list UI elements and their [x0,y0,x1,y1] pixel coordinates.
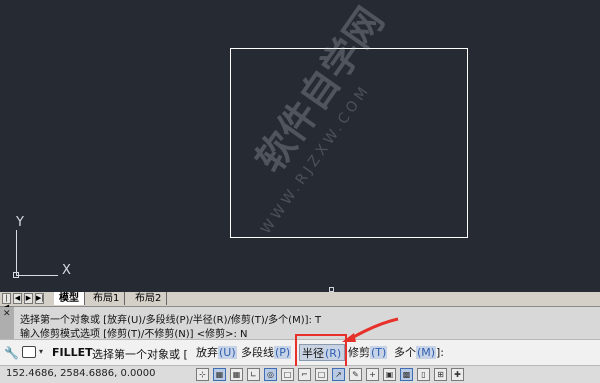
history-line: 选择第一个对象或 [放弃(U)/多段线(P)/半径(R)/修剪(T)/多个(M)… [20,315,322,326]
option-label: 多个 [394,346,416,359]
close-icon[interactable]: ✕ [3,309,11,319]
tab-layout1[interactable]: 布局1 [88,292,126,305]
tp-toggle-icon[interactable]: + [366,368,379,381]
osnap-toggle-icon[interactable]: ◎ [264,368,277,381]
ucs-icon: Y X [10,214,80,284]
snap-toggle-icon[interactable]: ⊹ [196,368,209,381]
fillet-command-icon[interactable] [22,346,36,358]
ucs-x-label: X [62,263,71,278]
first-tab-button[interactable]: |◀ [2,293,11,311]
option-undo[interactable]: 放弃(U) [196,344,237,361]
option-key: (M) [416,346,437,359]
callout-arrow-icon [342,317,399,342]
option-key: (U) [218,346,237,359]
history-line: 输入修剪模式选项 [修剪(T)/不修剪(N)] <修剪>: N [20,329,248,340]
ducs-toggle-icon[interactable]: □ [315,368,328,381]
ucs-y-label: Y [16,215,24,230]
tab-model[interactable]: 模型 [54,292,85,305]
option-label: 放弃 [196,346,218,359]
option-multiple[interactable]: 多个(M) [394,344,437,361]
selection-cycling-icon[interactable]: ⊞ [434,368,447,381]
option-key: (P) [274,346,292,359]
3dosnap-toggle-icon[interactable]: □ [281,368,294,381]
command-suffix: ]: [436,346,444,359]
otrack-toggle-icon[interactable]: ⌐ [298,368,311,381]
status-bar: 152.4686, 2584.6886, 0.0000 ⊹ ▦ ▦ ∟ ◎ □ … [0,366,600,383]
drawn-rectangle[interactable] [230,48,468,238]
option-label: 多段线 [241,346,274,359]
wrench-icon[interactable]: 🔧 [4,346,19,360]
option-polyline[interactable]: 多段线(P) [241,344,292,361]
command-name: FILLET [52,346,93,359]
dyn-toggle-icon[interactable]: ↗ [332,368,345,381]
polar-toggle-icon[interactable]: ∟ [247,368,260,381]
layout-tab-bar: |◀ ◀ ▶ ▶| 模型 布局1 布局2 [0,292,600,311]
chevron-down-icon[interactable]: ▾ [39,347,43,356]
ucs-origin-box [13,272,19,278]
option-key: (T) [370,346,388,359]
option-trim[interactable]: 修剪(T) [348,344,388,361]
prev-tab-button[interactable]: ◀ [13,293,22,304]
lwt-toggle-icon[interactable]: ✎ [349,368,362,381]
last-tab-button[interactable]: ▶| [35,293,44,304]
command-window-grip[interactable]: ✕ [0,307,14,339]
tab-layout2[interactable]: 布局2 [130,292,168,305]
sc-toggle-icon[interactable]: ▩ [400,368,413,381]
ucs-x-axis [16,275,58,276]
ortho-toggle-icon[interactable]: ▦ [230,368,243,381]
am-toggle-icon[interactable]: ▯ [417,368,430,381]
qp-toggle-icon[interactable]: ▣ [383,368,396,381]
option-label: 修剪 [348,346,370,359]
ucs-y-axis [16,230,17,276]
drawing-canvas[interactable]: Y X 软件自学网 WWW.RJZXW.COM [0,0,600,292]
command-prompt: 选择第一个对象或 [ [92,348,188,361]
grid-toggle-icon[interactable]: ▦ [213,368,226,381]
add-icon[interactable]: ✚ [451,368,464,381]
next-tab-button[interactable]: ▶ [24,293,33,304]
coordinate-readout: 152.4686, 2584.6886, 0.0000 [6,368,156,379]
